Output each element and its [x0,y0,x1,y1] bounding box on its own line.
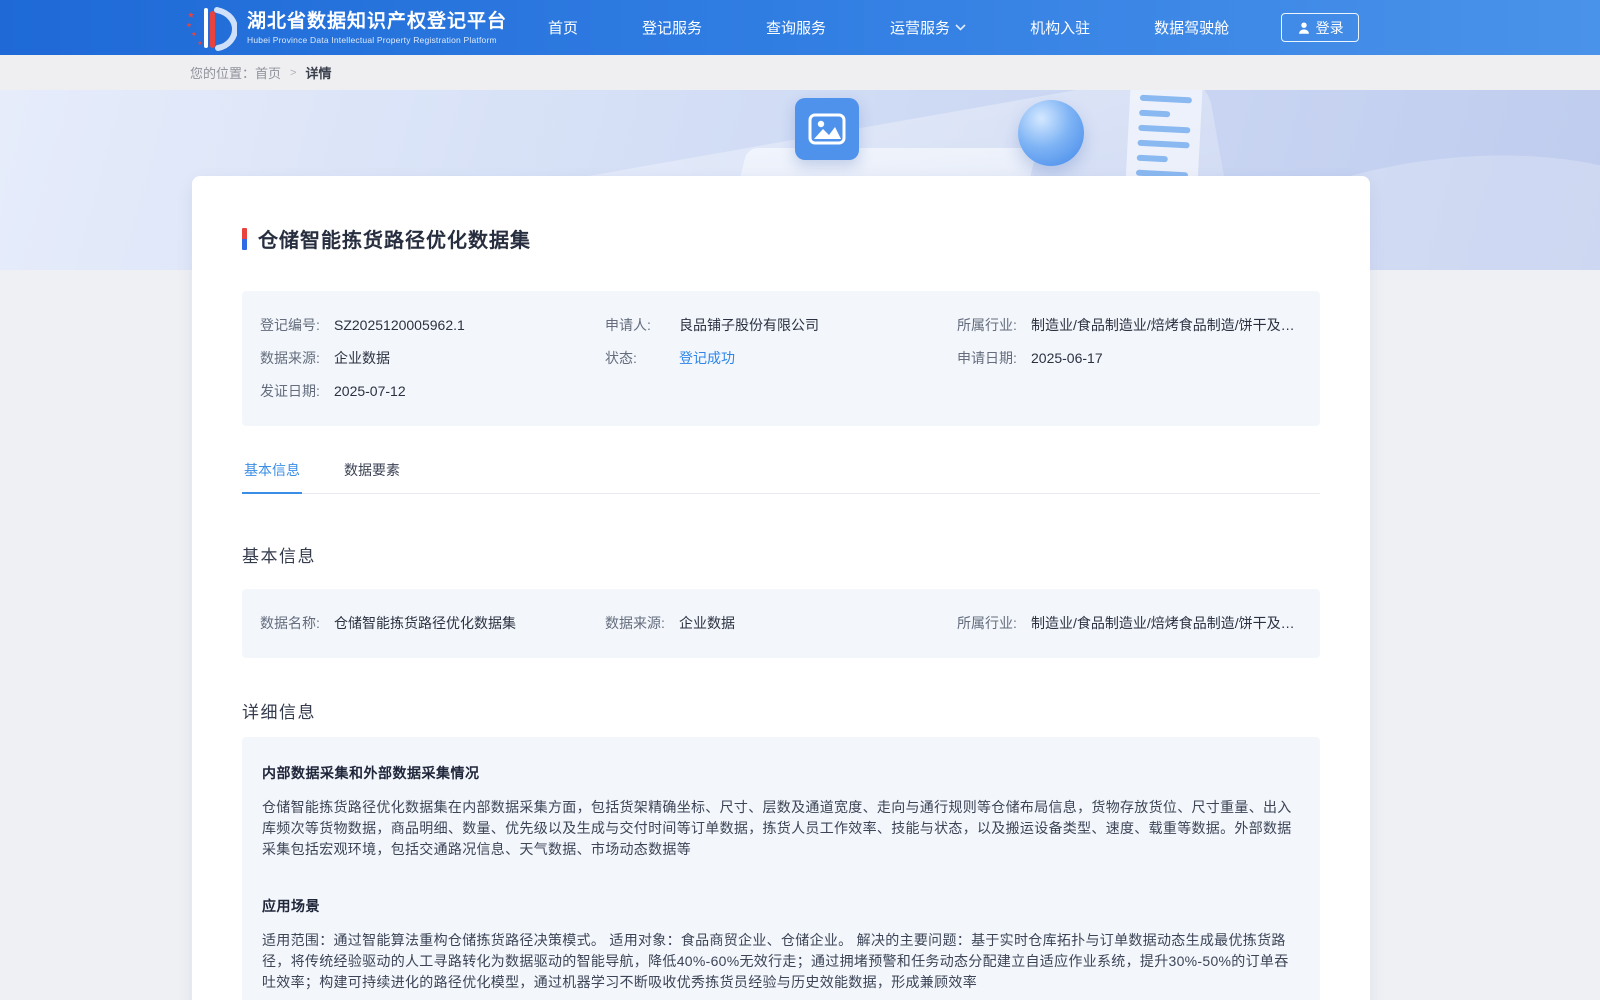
nav-item-home[interactable]: 首页 [548,17,578,38]
doc-line [1137,139,1190,149]
nav-item-institution-onboarding[interactable]: 机构入驻 [1030,17,1090,38]
nav-item-operation-services[interactable]: 运营服务 [890,17,966,38]
breadcrumb-separator: > [290,66,297,79]
detail-section-title: 内部数据采集和外部数据采集情况 [262,765,480,781]
field-label: 数据名称: [260,615,320,631]
field-registration-number: 登记编号: SZ2025120005962.1 [260,315,605,336]
detail-section-data-collection: 内部数据采集和外部数据采集情况 仓储智能拣货路径优化数据集在内部数据采集方面，包… [262,763,1300,860]
detail-content-card: 仓储智能拣货路径优化数据集 登记编号: SZ2025120005962.1 数据… [192,176,1370,1000]
nav-label: 登记服务 [642,20,703,37]
field-value: 企业数据 [334,350,390,366]
field-label: 发证日期: [260,383,320,399]
breadcrumb: 您的位置： 首页 > 详情 [0,55,1600,90]
field-label: 数据来源: [260,350,320,366]
banner-image-card-illustration [795,98,859,160]
nav-label: 首页 [548,20,579,37]
detail-tabs: 基本信息 数据要素 [242,460,1320,494]
field-industry: 所属行业: 制造业/食品制造业/焙烤食品制造/饼干及… [957,613,1300,634]
basic-info-panel: 数据名称: 仓储智能拣货路径优化数据集 数据来源: 企业数据 所属行业: 制造业… [242,589,1320,658]
nav-item-registration-services[interactable]: 登记服务 [642,17,702,38]
field-label: 状态: [605,350,637,366]
picture-icon [808,113,846,145]
field-label: 登记编号: [260,317,320,333]
platform-logo-icon [186,6,237,51]
detail-info-heading: 详细信息 [242,703,316,722]
login-label: 登录 [1315,19,1344,36]
tab-basic-info[interactable]: 基本信息 [242,460,302,494]
nav-item-query-services[interactable]: 查询服务 [766,17,826,38]
user-icon [1298,21,1309,34]
banner-sphere-illustration [1018,100,1084,166]
nav-label: 数据驾驶舱 [1154,20,1230,37]
summary-column-3: 所属行业: 制造业/食品制造业/焙烤食品制造/饼干及… 申请日期: 2025-0… [957,315,1300,402]
nav-label: 运营服务 [890,20,951,37]
status-badge[interactable]: 登记成功 [679,348,735,369]
field-value: 制造业/食品制造业/焙烤食品制造/饼干及… [1031,317,1295,333]
field-value: 仓储智能拣货路径优化数据集 [334,615,516,631]
field-data-source: 数据来源: 企业数据 [605,613,957,634]
detail-info-panel: 内部数据采集和外部数据采集情况 仓储智能拣货路径优化数据集在内部数据采集方面，包… [242,737,1320,1000]
field-label: 申请日期: [957,350,1017,366]
field-issue-date: 发证日期: 2025-07-12 [260,381,605,402]
nav-label: 机构入驻 [1030,20,1091,37]
brand-subtitle: Hubei Province Data Intellectual Propert… [247,34,497,45]
main-nav: 首页 登记服务 查询服务 运营服务 机构入驻 数据驾驶舱 [548,17,1229,38]
field-label: 数据来源: [605,615,665,631]
detail-section-application-scenario: 应用场景 适用范围：通过智能算法重构仓储拣货路径决策模式。 适用对象：食品商贸企… [262,896,1300,993]
doc-line [1139,109,1171,118]
title-accent-bar [242,227,247,250]
field-value: 良品铺子股份有限公司 [679,317,819,333]
page-title: 仓储智能拣货路径优化数据集 [258,230,531,252]
login-button[interactable]: 登录 [1281,13,1360,42]
field-data-source: 数据来源: 企业数据 [260,348,605,369]
doc-line [1139,94,1193,104]
breadcrumb-current: 详情 [305,66,332,81]
field-industry: 所属行业: 制造业/食品制造业/焙烤食品制造/饼干及… [957,315,1300,336]
summary-column-2: 申请人: 良品铺子股份有限公司 状态: 登记成功 [605,315,957,402]
doc-line [1138,124,1191,134]
breadcrumb-prefix: 您的位置： [190,66,256,81]
detail-section-title: 应用场景 [262,898,320,914]
field-value: 2025-07-12 [334,383,406,399]
brand-title: 湖北省数据知识产权登记平台 [247,10,508,32]
detail-section-body: 适用范围：通过智能算法重构仓储拣货路径决策模式。 适用对象：食品商贸企业、仓储企… [262,932,1289,990]
field-applicant: 申请人: 良品铺子股份有限公司 [605,315,957,336]
top-navbar: 湖北省数据知识产权登记平台 Hubei Province Data Intell… [0,0,1600,55]
registration-summary-panel: 登记编号: SZ2025120005962.1 数据来源: 企业数据 发证日期:… [242,291,1320,426]
brand[interactable]: 湖北省数据知识产权登记平台 Hubei Province Data Intell… [185,5,520,51]
doc-line [1136,154,1169,163]
nav-item-data-dashboard[interactable]: 数据驾驶舱 [1154,17,1229,38]
field-value: 制造业/食品制造业/焙烤食品制造/饼干及… [1031,615,1295,631]
summary-column-1: 登记编号: SZ2025120005962.1 数据来源: 企业数据 发证日期:… [260,315,605,402]
tab-data-elements[interactable]: 数据要素 [342,460,402,493]
nav-label: 查询服务 [766,20,827,37]
field-apply-date: 申请日期: 2025-06-17 [957,348,1300,369]
field-label: 所属行业: [957,615,1017,631]
detail-section-body: 仓储智能拣货路径优化数据集在内部数据采集方面，包括货架精确坐标、尺寸、层数及通道… [262,799,1292,857]
chevron-down-icon [955,24,966,31]
field-status: 状态: 登记成功 [605,348,957,369]
field-value: SZ2025120005962.1 [334,317,465,333]
page-title-row: 仓储智能拣货路径优化数据集 [242,224,1320,253]
field-data-name: 数据名称: 仓储智能拣货路径优化数据集 [260,613,605,634]
field-label: 所属行业: [957,317,1017,333]
field-value: 企业数据 [679,615,735,631]
field-label: 申请人: [605,317,651,333]
field-value: 2025-06-17 [1031,350,1103,366]
basic-info-heading: 基本信息 [242,547,316,566]
breadcrumb-home-link[interactable]: 首页 [255,63,281,82]
